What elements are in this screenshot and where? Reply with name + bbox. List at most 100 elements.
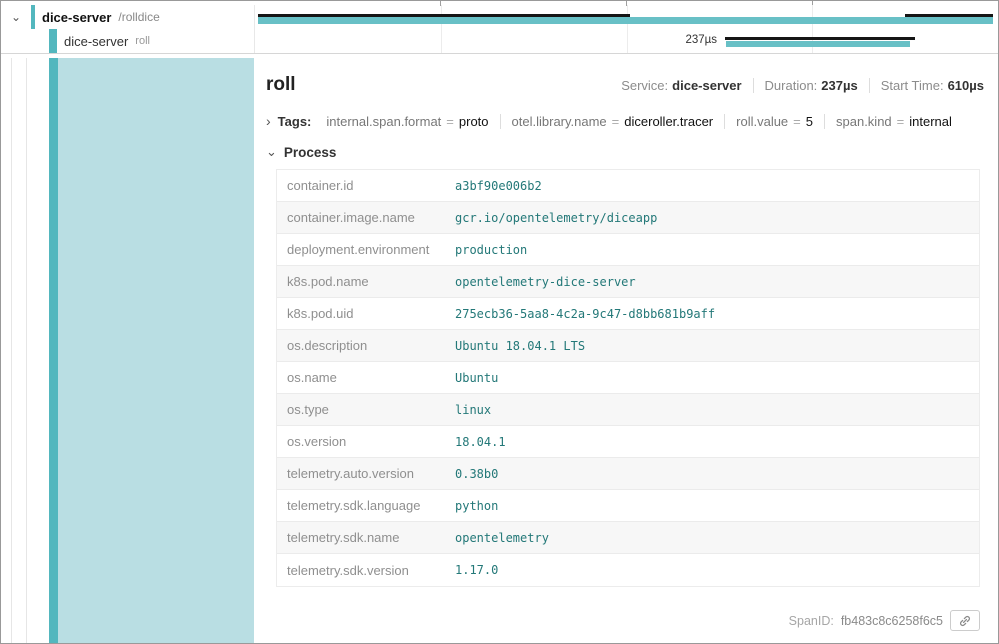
meta-label: Start Time: xyxy=(881,78,944,93)
process-table-row: container.image.name gcr.io/opentelemetr… xyxy=(277,202,979,234)
process-table-row: os.description Ubuntu 18.04.1 LTS xyxy=(277,330,979,362)
span-duration-label: 237µs xyxy=(597,34,717,46)
span-row-selected[interactable]: dice-server roll 237µs xyxy=(1,29,998,54)
span-detail-panel: roll Service: dice-server Duration:237µs … xyxy=(254,58,998,643)
tree-guide-line xyxy=(11,58,12,643)
trace-timeline: ⌄ dice-server /rolldice dice-server roll xyxy=(1,1,998,58)
tag-equals: = xyxy=(446,114,454,129)
service-name: dice-server xyxy=(42,10,111,25)
meta-label: Service: xyxy=(621,78,668,93)
span-bar-overlay xyxy=(725,37,915,40)
span-detail-footer: SpanID: fb483c8c6258f6c5 xyxy=(266,600,984,635)
operation-name: /rolldice xyxy=(118,10,159,24)
process-table-row: os.type linux xyxy=(277,394,979,426)
tags-label: Tags: xyxy=(278,114,312,129)
tag-summary-item: span.kind = internal xyxy=(824,114,963,129)
process-value: python xyxy=(455,499,498,513)
span-row-selected-track[interactable]: 237µs xyxy=(254,29,998,53)
process-key-values-table: container.id a3bf90e006b2 container.imag… xyxy=(276,169,980,587)
process-key: k8s.pod.uid xyxy=(277,306,455,321)
tag-key: span.kind xyxy=(836,114,892,129)
process-key: os.version xyxy=(277,434,455,449)
tag-value: internal xyxy=(909,114,952,129)
chevron-down-icon[interactable]: ⌄ xyxy=(7,10,25,24)
process-value: linux xyxy=(455,403,491,417)
tags-accordion-header[interactable]: › Tags: internal.span.format=proto otel.… xyxy=(266,113,984,129)
tag-equals: = xyxy=(897,114,905,129)
process-key: os.description xyxy=(277,338,455,353)
meta-value: 237µs xyxy=(821,78,857,93)
tree-gutter xyxy=(1,58,49,643)
process-key: telemetry.sdk.name xyxy=(277,530,455,545)
process-table-row: os.name Ubuntu xyxy=(277,362,979,394)
tag-summary-item: roll.value=5 xyxy=(724,114,824,129)
process-key: container.id xyxy=(277,178,455,193)
tag-summary-item: internal.span.format = proto xyxy=(315,114,499,129)
process-key: telemetry.sdk.language xyxy=(277,498,455,513)
link-icon xyxy=(958,614,972,628)
process-key: os.type xyxy=(277,402,455,417)
span-bar-overlay xyxy=(905,14,993,17)
process-table-row: telemetry.sdk.name opentelemetry xyxy=(277,522,979,554)
process-value: 0.38b0 xyxy=(455,467,498,481)
span-meta-item: Start Time:610µs xyxy=(869,78,984,93)
deep-link-button[interactable] xyxy=(950,610,980,631)
process-key: telemetry.sdk.version xyxy=(277,563,455,578)
span-row-root[interactable]: ⌄ dice-server /rolldice xyxy=(1,1,998,29)
process-value: opentelemetry-dice-server xyxy=(455,275,636,289)
process-table-row: telemetry.sdk.version 1.17.0 xyxy=(277,554,979,586)
process-accordion-header[interactable]: ⌄ Process xyxy=(266,144,984,160)
detail-row-color-gutter xyxy=(58,58,254,643)
process-key: telemetry.auto.version xyxy=(277,466,455,481)
process-table-row: telemetry.auto.version 0.38b0 xyxy=(277,458,979,490)
process-value: 275ecb36-5aa8-4c2a-9c47-d8bb681b9aff xyxy=(455,307,715,321)
process-value: production xyxy=(455,243,527,257)
tag-value: proto xyxy=(459,114,489,129)
tag-key: internal.span.format xyxy=(326,114,441,129)
process-key: container.image.name xyxy=(277,210,455,225)
process-label: Process xyxy=(284,145,337,160)
process-table-row: deployment.environment production xyxy=(277,234,979,266)
process-key: k8s.pod.name xyxy=(277,274,455,289)
process-key: os.name xyxy=(277,370,455,385)
span-title: roll xyxy=(266,74,296,96)
span-row-root-label[interactable]: ⌄ dice-server /rolldice xyxy=(1,5,254,29)
span-row-root-track[interactable] xyxy=(254,5,998,29)
chevron-down-icon[interactable]: ⌄ xyxy=(266,144,277,160)
span-meta-item: Service: dice-server xyxy=(621,78,741,93)
span-meta: Service: dice-server Duration:237µs Start… xyxy=(621,78,984,93)
operation-name: roll xyxy=(135,35,150,47)
span-row-selected-label[interactable]: dice-server roll xyxy=(1,29,254,53)
process-table-row: k8s.pod.uid 275ecb36-5aa8-4c2a-9c47-d8bb… xyxy=(277,298,979,330)
process-table-row: container.id a3bf90e006b2 xyxy=(277,170,979,202)
process-value: a3bf90e006b2 xyxy=(455,179,542,193)
tag-value: diceroller.tracer xyxy=(624,114,713,129)
tag-equals: = xyxy=(612,114,620,129)
service-color-bar xyxy=(49,29,57,53)
tags-summary: internal.span.format=proto otel.library.… xyxy=(315,114,963,129)
span-bar[interactable] xyxy=(726,41,910,47)
grid-line xyxy=(441,29,442,53)
tag-equals: = xyxy=(793,114,801,129)
tree-guide-line xyxy=(26,58,27,643)
span-detail-header: roll Service: dice-server Duration:237µs … xyxy=(266,74,984,96)
service-color-strip xyxy=(49,58,58,643)
span-id-label: SpanID: xyxy=(789,614,834,628)
span-bar-overlay xyxy=(258,14,630,17)
meta-value: dice-server xyxy=(672,78,741,93)
process-table-row: os.version 18.04.1 xyxy=(277,426,979,458)
service-color-bar xyxy=(31,5,35,29)
process-table-row: telemetry.sdk.language python xyxy=(277,490,979,522)
process-value: 18.04.1 xyxy=(455,435,506,449)
jaeger-trace-detail-page: ⌄ dice-server /rolldice dice-server roll xyxy=(0,0,999,644)
span-bar[interactable] xyxy=(258,17,993,24)
chevron-right-icon[interactable]: › xyxy=(266,113,271,129)
tag-summary-item: otel.library.name=diceroller.tracer xyxy=(500,114,725,129)
meta-label: Duration: xyxy=(765,78,818,93)
span-meta-item: Duration:237µs xyxy=(753,78,858,93)
span-detail-area: roll Service: dice-server Duration:237µs … xyxy=(1,58,998,643)
process-value: Ubuntu 18.04.1 LTS xyxy=(455,339,585,353)
process-key: deployment.environment xyxy=(277,242,455,257)
span-id-value: fb483c8c6258f6c5 xyxy=(841,614,943,628)
process-value: gcr.io/opentelemetry/diceapp xyxy=(455,211,657,225)
